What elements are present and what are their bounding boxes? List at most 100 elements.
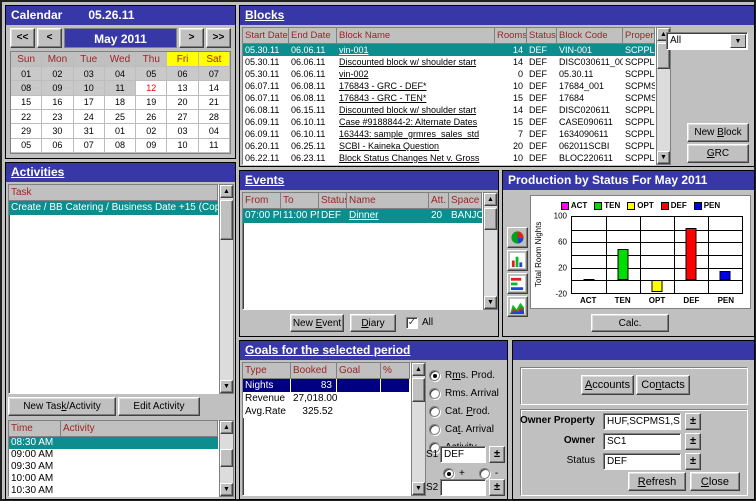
table-row[interactable]: 06.20.1106.25.11SCBI - Kaineka Question2… (243, 140, 655, 152)
calendar-date-cell[interactable]: 05 (136, 67, 167, 81)
table-row[interactable]: 06.08.1106.15.11Discounted block w/ shou… (243, 104, 655, 116)
grc-button[interactable]: GRC (687, 144, 749, 163)
close-button[interactable]: Close (690, 472, 740, 491)
radio-button-icon[interactable] (429, 424, 440, 435)
calendar-date-cell[interactable]: 24 (74, 110, 105, 124)
calendar-date-cell[interactable]: 08 (105, 139, 136, 153)
calendar-date-cell[interactable]: 04 (105, 67, 136, 81)
field-value[interactable]: DEF (603, 453, 681, 470)
calendar-date-cell[interactable]: 25 (105, 110, 136, 124)
calendar-date-cell[interactable]: 12 (136, 81, 167, 95)
radio-option[interactable]: Rms. Prod. (429, 370, 499, 381)
scroll-up-icon[interactable]: ▲ (220, 185, 233, 198)
calendar-date-cell[interactable]: 06 (42, 139, 73, 153)
lov-icon[interactable]: ± (685, 433, 701, 450)
scroll-up-icon[interactable]: ▲ (484, 193, 497, 206)
radio-option[interactable]: Cat. Arrival (429, 424, 499, 435)
table-row[interactable]: 06.07.1106.08.11176843 - GRC - DEF*10DEF… (243, 80, 655, 92)
calendar-date-cell[interactable]: 30 (42, 124, 73, 138)
calendar-date-cell[interactable]: 15 (11, 96, 42, 110)
goals-scrollbar[interactable]: ▲▼ (411, 362, 426, 496)
calendar-date-cell[interactable]: 26 (136, 110, 167, 124)
table-row[interactable]: 09:30 AM (9, 461, 218, 473)
block-name-link[interactable]: 176843 - GRC - DEF* (337, 80, 495, 92)
calendar-date-cell[interactable]: 02 (42, 67, 73, 81)
calc-button[interactable]: Calc. (591, 314, 669, 332)
chevron-down-icon[interactable]: ▼ (730, 34, 746, 48)
calendar-date-cell[interactable]: 22 (11, 110, 42, 124)
table-row[interactable]: 05.30.1106.06.11vin-00114DEFVIN-001SCPPL (243, 44, 655, 56)
scrollbar-thumb[interactable] (220, 449, 233, 467)
radio-button-icon[interactable] (443, 468, 454, 479)
scroll-down-icon[interactable]: ▼ (412, 482, 425, 495)
calendar-date-cell[interactable]: 11 (199, 139, 230, 153)
block-name-link[interactable]: SCBI - Kaineka Question (337, 140, 495, 152)
radio-button-icon[interactable] (429, 388, 440, 399)
calendar-date-cell[interactable]: 10 (74, 81, 105, 95)
task-list-scrollbar[interactable]: ▲▼ (219, 184, 234, 394)
scroll-up-icon[interactable]: ▲ (412, 363, 425, 376)
edit-activity-button[interactable]: Edit Activity (118, 397, 200, 416)
calendar-date-cell[interactable]: 21 (199, 96, 230, 110)
bar-chart-icon[interactable] (507, 250, 528, 271)
table-row[interactable]: 05.30.1106.06.11vin-0020DEF05.30.11SCPPL (243, 68, 655, 80)
calendar-date-cell[interactable]: 03 (74, 67, 105, 81)
list-item[interactable]: Create / BB Catering / Business Date +15… (9, 201, 218, 215)
calendar-date-cell[interactable]: 07 (199, 67, 230, 81)
block-name-link[interactable]: Discounted block w/ shoulder start (337, 104, 495, 116)
table-row[interactable]: 06.09.1106.10.11163443: sample_grmres_sa… (243, 128, 655, 140)
s1-field[interactable]: DEF (440, 446, 486, 463)
next-month-button[interactable]: > (179, 28, 204, 48)
calendar-date-cell[interactable]: 23 (42, 110, 73, 124)
block-name-link[interactable]: 176843 - GRC - TEN* (337, 92, 495, 104)
table-row[interactable]: Nights83 (243, 379, 410, 392)
calendar-date-cell[interactable]: 07 (74, 139, 105, 153)
diary-button[interactable]: Diary (350, 314, 396, 332)
new-block-button[interactable]: New Block (687, 123, 749, 142)
block-name-link[interactable]: vin-002 (337, 68, 495, 80)
prev-year-button[interactable]: << (10, 28, 35, 48)
horizontal-bar-chart-icon[interactable] (507, 273, 528, 294)
calendar-date-cell[interactable]: 05 (11, 139, 42, 153)
calendar-date-cell[interactable]: 29 (11, 124, 42, 138)
calendar-date-cell[interactable]: 03 (167, 124, 198, 138)
area-chart-icon[interactable] (507, 296, 528, 317)
radio-option[interactable]: - (479, 468, 498, 479)
table-row[interactable]: 09:00 AM (9, 449, 218, 461)
scroll-down-icon[interactable]: ▼ (220, 380, 233, 393)
table-row[interactable]: 06.09.1106.10.11Case #9188844-2: Alterna… (243, 116, 655, 128)
calendar-date-cell[interactable]: 04 (199, 124, 230, 138)
radio-button-icon[interactable] (429, 406, 440, 417)
radio-button-icon[interactable] (429, 370, 440, 381)
table-row[interactable]: 06.07.1106.08.11176843 - GRC - TEN*15DEF… (243, 92, 655, 104)
s2-field[interactable] (440, 479, 486, 496)
lov-icon[interactable]: ± (685, 453, 701, 470)
table-row[interactable]: 10:30 AM (9, 485, 218, 497)
scrollbar-thumb[interactable] (484, 208, 497, 230)
table-row[interactable]: 07:00 PM11:00 PMDEFDinner20BANJO3 (243, 209, 482, 223)
radio-option[interactable]: Rms. Arrival (429, 388, 499, 399)
table-row[interactable]: 10:00 AM (9, 473, 218, 485)
refresh-button[interactable]: Refresh (628, 472, 686, 491)
table-row[interactable]: 05.30.1106.06.11Discounted block w/ shou… (243, 56, 655, 68)
contacts-button[interactable]: Contacts (636, 375, 690, 395)
calendar-date-cell[interactable]: 27 (167, 110, 198, 124)
schedule-scrollbar[interactable]: ▲▼ (219, 420, 234, 497)
radio-option[interactable]: Cat. Prod. (429, 406, 499, 417)
table-row[interactable]: Revenue27,018.00 (243, 392, 410, 405)
calendar-date-cell[interactable]: 14 (199, 81, 230, 95)
block-name-link[interactable]: 163443: sample_grmres_sales_std (337, 128, 495, 140)
pie-chart-icon[interactable] (507, 227, 528, 248)
table-row[interactable]: 08:30 AM (9, 437, 218, 449)
calendar-date-cell[interactable]: 31 (74, 124, 105, 138)
radio-option[interactable]: + (443, 468, 465, 479)
scrollbar-thumb[interactable] (412, 378, 425, 402)
new-task-activity-button[interactable]: New Task/Activity (8, 397, 116, 416)
event-name-link[interactable]: Dinner (347, 209, 429, 223)
scrollbar-thumb[interactable] (220, 200, 233, 240)
calendar-date-cell[interactable]: 09 (136, 139, 167, 153)
block-name-link[interactable]: Block Status Changes Net v. Gross (337, 152, 495, 164)
calendar-date-cell[interactable]: 08 (11, 81, 42, 95)
calendar-date-cell[interactable]: 01 (11, 67, 42, 81)
radio-button-icon[interactable] (479, 468, 490, 479)
